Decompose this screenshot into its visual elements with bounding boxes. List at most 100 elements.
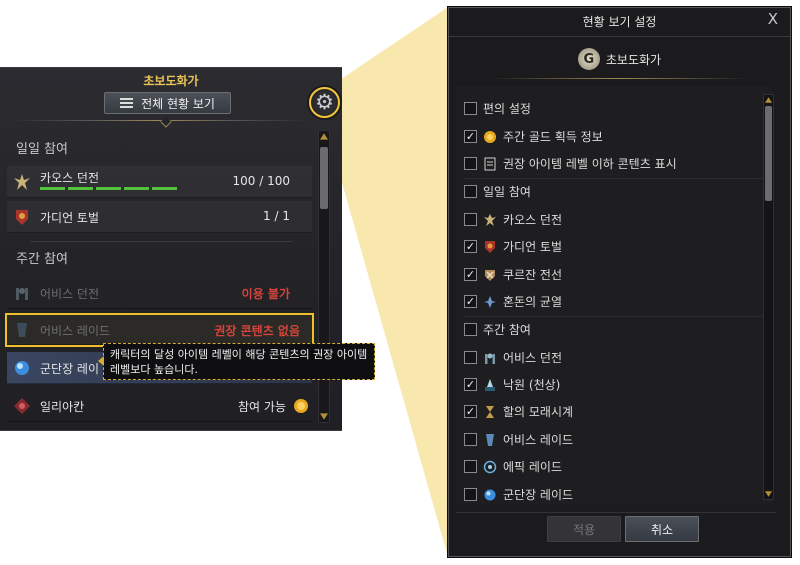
close-icon[interactable]: X	[768, 10, 778, 28]
gold-coin-icon	[294, 399, 308, 413]
legion-raid-icon	[15, 361, 29, 375]
view-all-status-label: 전체 현황 보기	[141, 96, 215, 111]
checkbox[interactable]	[464, 433, 477, 446]
scroll-up-arrow-icon[interactable]	[320, 133, 328, 140]
option-label: 할의 모래시계	[503, 405, 574, 419]
row-status: 이용 불가	[241, 287, 290, 301]
option-label: 주간 골드 획득 정보	[503, 130, 603, 144]
list-item-abyss-dungeon[interactable]: 어비스 던전 이용 불가	[7, 277, 312, 309]
scroll-down-arrow-icon[interactable]	[320, 413, 328, 420]
option-weekly[interactable]: 주간 참여	[464, 316, 769, 343]
option-convenience[interactable]: 편의 설정	[464, 95, 769, 122]
character-name: 초보도화가	[605, 52, 662, 67]
option-label: 가디언 토벌	[503, 240, 563, 254]
checkbox-checked[interactable]: ✓	[464, 130, 477, 143]
view-all-status-button[interactable]: 전체 현황 보기	[104, 92, 231, 114]
checkbox[interactable]	[464, 460, 477, 473]
section-daily: 일일 참여	[16, 142, 68, 157]
checkbox[interactable]	[464, 157, 477, 170]
checkbox-checked[interactable]: ✓	[464, 378, 477, 391]
option-show-below-level[interactable]: 권장 아이템 레벨 이하 콘텐츠 표시	[464, 150, 769, 177]
dialog-scrollbar[interactable]	[763, 94, 774, 500]
tooltip-line: 레벨보다 높습니다.	[110, 363, 198, 376]
hourglass-icon	[486, 405, 494, 418]
apply-button[interactable]: 적용	[547, 516, 621, 542]
progress-bar	[40, 187, 177, 190]
row-name: 군단장 레이	[40, 362, 100, 376]
option-label: 낙원 (천상)	[503, 378, 561, 392]
option-hourglass[interactable]: ✓ 할의 모래시계	[464, 398, 769, 425]
divider-arrow	[160, 116, 172, 128]
list-item-abyss-raid[interactable]: 어비스 레이드 권장 콘텐츠 없음	[5, 313, 314, 347]
checkbox[interactable]	[464, 213, 477, 226]
abyss-dungeon-icon	[16, 288, 28, 300]
chaos-dungeon-icon	[484, 213, 496, 226]
divider	[30, 241, 292, 242]
list-icon	[484, 157, 496, 170]
option-label: 어비스 레이드	[503, 433, 574, 447]
row-name: 가디언 토벌	[40, 211, 100, 225]
list-item-chaos-dungeon[interactable]: 카오스 던전 100 / 100	[7, 166, 312, 198]
option-label: 어비스 던전	[503, 351, 563, 365]
dialog-title: 현황 보기 설정	[582, 15, 657, 29]
abyss-raid-icon	[17, 323, 27, 337]
option-paradise[interactable]: ✓ 낙원 (천상)	[464, 371, 769, 398]
checkbox-checked[interactable]: ✓	[464, 268, 477, 281]
class-emblem-icon: G	[577, 48, 600, 70]
divider	[456, 512, 776, 513]
option-label: 군단장 레이드	[503, 488, 574, 502]
row-value: 100 / 100	[232, 174, 290, 188]
abyss-dungeon-icon	[485, 353, 495, 364]
gear-icon[interactable]: ⚙	[309, 87, 340, 118]
status-view-settings-dialog: 현황 보기 설정 X G 초보도화가 편의 설정 ✓ 주간 골드 획득 정보 권…	[448, 7, 791, 557]
option-daily[interactable]: 일일 참여	[464, 178, 769, 205]
scroll-thumb[interactable]	[320, 147, 328, 209]
tooltip-line: 캐릭터의 달성 아이템 레벨이 해당 콘텐츠의 권장 아이템	[110, 348, 368, 361]
row-status: 권장 콘텐츠 없음	[214, 324, 300, 338]
option-epic-raid[interactable]: 에픽 레이드	[464, 453, 769, 480]
checkbox[interactable]	[464, 102, 477, 115]
scroll-thumb[interactable]	[765, 106, 772, 201]
section-weekly: 주간 참여	[16, 252, 68, 267]
chaos-dungeon-icon	[14, 174, 30, 190]
option-label: 에픽 레이드	[503, 460, 563, 474]
guardian-raid-icon	[485, 240, 495, 253]
abyss-raid-icon	[486, 433, 494, 446]
checkbox-checked[interactable]: ✓	[464, 240, 477, 253]
scroll-down-arrow-icon[interactable]	[765, 491, 772, 497]
checkbox[interactable]	[464, 323, 477, 336]
cancel-button[interactable]: 취소	[625, 516, 699, 542]
option-label: 일일 참여	[483, 185, 531, 199]
option-weekly-gold[interactable]: ✓ 주간 골드 획득 정보	[464, 123, 769, 150]
option-chaos-dungeon[interactable]: 카오스 던전	[464, 206, 769, 233]
list-icon	[120, 98, 134, 108]
kurzan-front-icon	[485, 269, 495, 281]
scroll-up-arrow-icon[interactable]	[765, 97, 772, 103]
row-status: 참여 가능	[238, 400, 286, 414]
option-abyss-dungeon[interactable]: 어비스 던전	[464, 344, 769, 371]
list-item-illiakan[interactable]: 일리아칸 참여 가능	[7, 390, 312, 422]
row-name: 어비스 레이드	[40, 324, 111, 338]
checkbox[interactable]	[464, 185, 477, 198]
checkbox[interactable]	[464, 488, 477, 501]
row-name: 카오스 던전	[40, 171, 100, 185]
legion-raid-icon	[484, 489, 496, 500]
gold-coin-icon	[484, 130, 496, 143]
option-guardian-raid[interactable]: ✓ 가디언 토벌	[464, 233, 769, 260]
checkbox[interactable]	[464, 351, 477, 364]
character-name: 초보도화가	[143, 74, 199, 88]
option-chaos-rift[interactable]: ✓ 혼돈의 균열	[464, 288, 769, 315]
character-header: G 초보도화가	[449, 48, 790, 70]
checkbox-checked[interactable]: ✓	[464, 295, 477, 308]
row-name: 어비스 던전	[40, 287, 100, 301]
option-label: 쿠르잔 전선	[503, 268, 563, 282]
option-abyss-raid[interactable]: 어비스 레이드	[464, 426, 769, 453]
option-kurzan-front[interactable]: ✓ 쿠르잔 전선	[464, 261, 769, 288]
list-item-guardian-raid[interactable]: 가디언 토벌 1 / 1	[7, 201, 312, 233]
chaos-rift-icon	[484, 295, 496, 308]
option-label: 혼돈의 균열	[503, 295, 563, 309]
option-legion-raid[interactable]: 군단장 레이드	[464, 481, 769, 504]
checkbox-checked[interactable]: ✓	[464, 405, 477, 418]
option-label: 편의 설정	[483, 102, 531, 116]
paradise-icon	[485, 378, 495, 391]
